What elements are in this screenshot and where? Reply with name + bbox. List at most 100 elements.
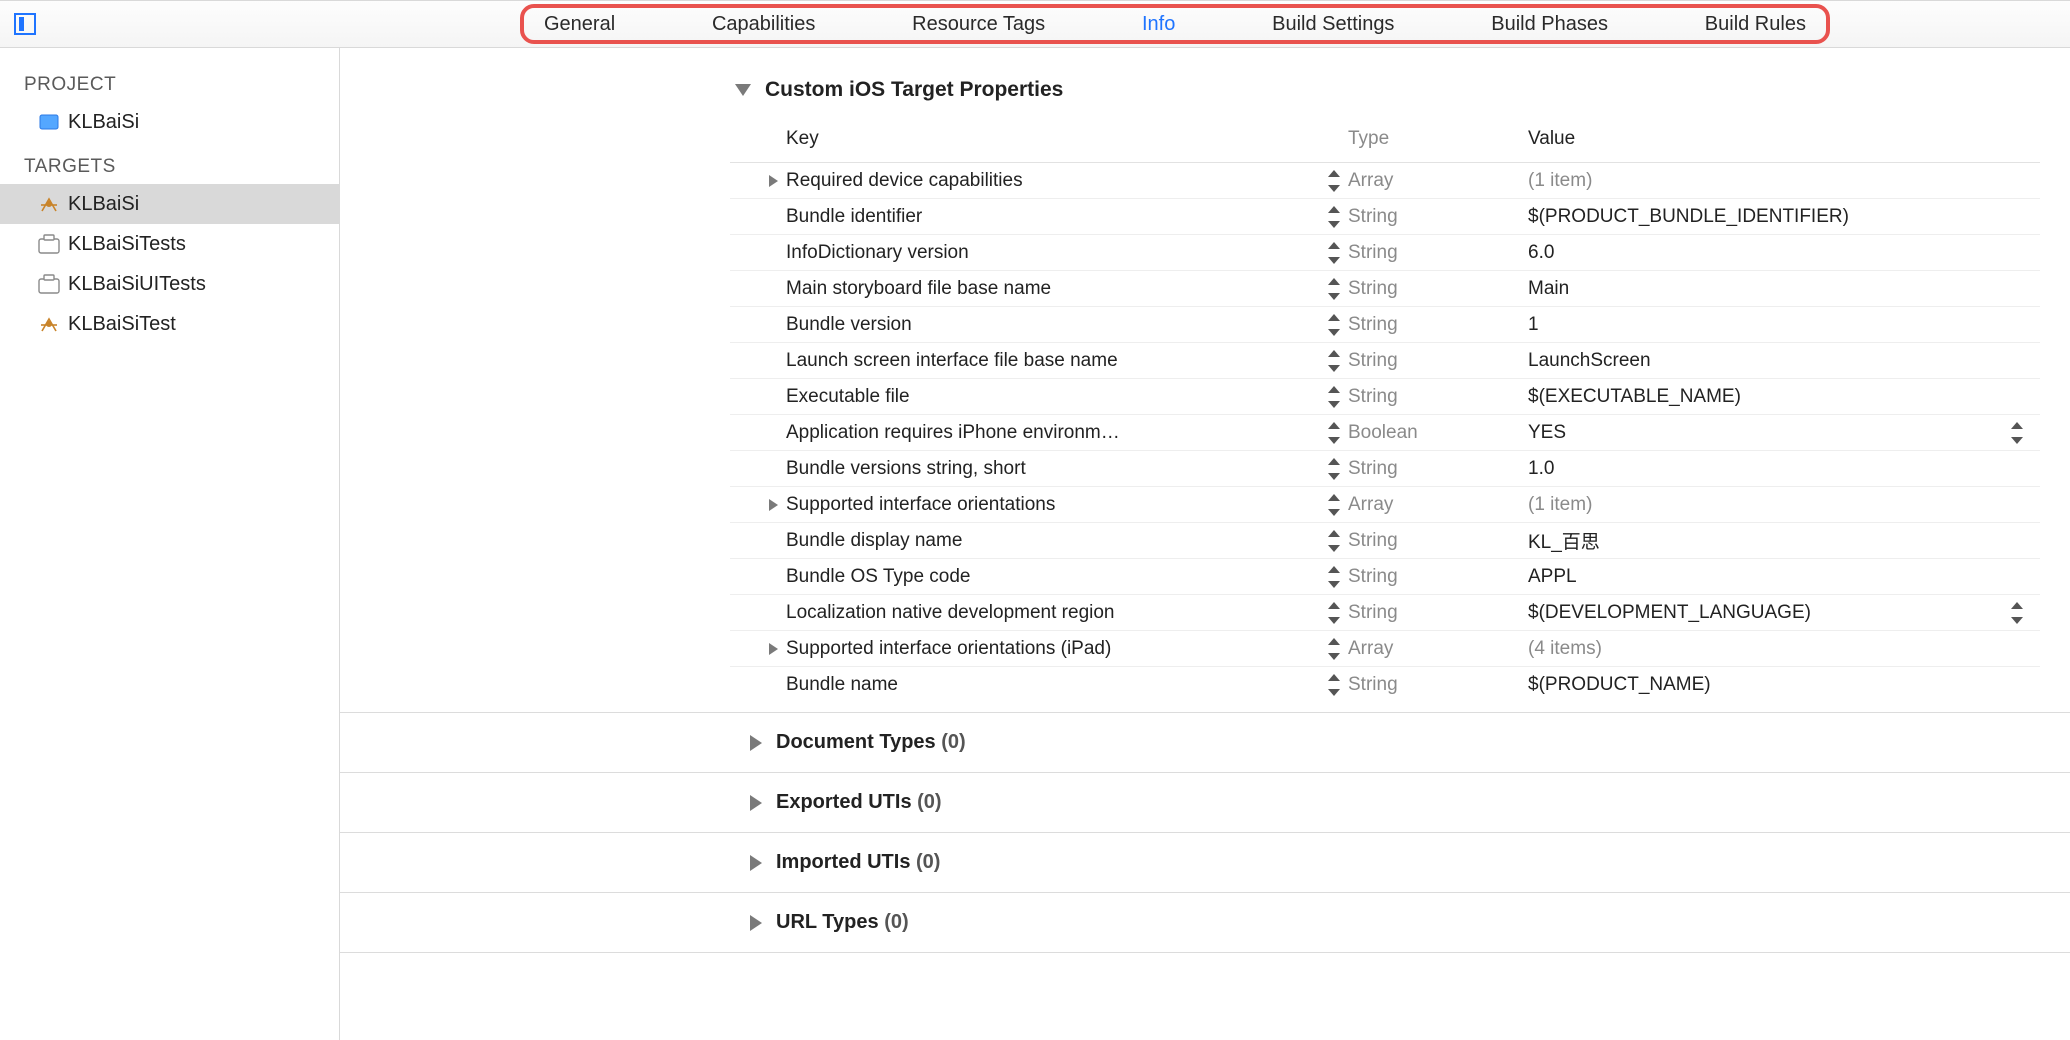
plist-value-cell[interactable]: Main <box>1528 278 1986 300</box>
plist-value-cell[interactable]: LaunchScreen <box>1528 350 1986 372</box>
plist-key-cell[interactable]: Bundle display name <box>786 530 1348 552</box>
tab-resource-tags[interactable]: Resource Tags <box>912 13 1045 36</box>
plist-key-cell[interactable]: Required device capabilities <box>786 170 1348 192</box>
plist-row[interactable]: Bundle versions string, shortString1.0 <box>730 450 2040 486</box>
plist-type-cell[interactable]: String <box>1348 602 1528 624</box>
plist-value-cell[interactable]: APPL <box>1528 566 1986 588</box>
plist-type-cell[interactable]: String <box>1348 458 1528 480</box>
plist-row[interactable]: Bundle versionString1 <box>730 306 2040 342</box>
plist-value-cell[interactable]: 1.0 <box>1528 458 1986 480</box>
key-stepper-icon[interactable] <box>1326 674 1342 696</box>
disclosure-triangle-icon[interactable] <box>750 735 762 751</box>
plist-value-cell[interactable]: (1 item) <box>1528 494 1986 516</box>
plist-type-cell[interactable]: Array <box>1348 494 1528 516</box>
tab-build-rules[interactable]: Build Rules <box>1705 13 1806 36</box>
plist-value-cell[interactable]: 6.0 <box>1528 242 1986 264</box>
plist-type-cell[interactable]: String <box>1348 278 1528 300</box>
plist-key-cell[interactable]: Bundle identifier <box>786 206 1348 228</box>
plist-key-cell[interactable]: Executable file <box>786 386 1348 408</box>
tab-build-phases[interactable]: Build Phases <box>1491 13 1608 36</box>
plist-row[interactable]: Executable fileString$(EXECUTABLE_NAME) <box>730 378 2040 414</box>
key-stepper-icon[interactable] <box>1326 242 1342 264</box>
plist-value-cell[interactable]: (1 item) <box>1528 170 1986 192</box>
plist-type-cell[interactable]: String <box>1348 314 1528 336</box>
key-stepper-icon[interactable] <box>1326 638 1342 660</box>
disclosure-triangle-icon[interactable] <box>750 855 762 871</box>
sidebar-target-item[interactable]: KLBaiSiUITests <box>0 264 339 304</box>
row-disclosure[interactable] <box>730 499 786 511</box>
row-disclosure[interactable] <box>730 643 786 655</box>
section-header[interactable]: Document Types (0) <box>340 713 2070 772</box>
plist-key-cell[interactable]: Bundle versions string, short <box>786 458 1348 480</box>
plist-row[interactable]: Bundle identifierString$(PRODUCT_BUNDLE_… <box>730 198 2040 234</box>
plist-row[interactable]: Supported interface orientations (iPad)A… <box>730 630 2040 666</box>
key-stepper-icon[interactable] <box>1326 566 1342 588</box>
plist-key-cell[interactable]: Localization native development region <box>786 602 1348 624</box>
key-stepper-icon[interactable] <box>1326 494 1342 516</box>
plist-key-cell[interactable]: Bundle name <box>786 674 1348 696</box>
section-header[interactable]: Imported UTIs (0) <box>340 833 2070 892</box>
plist-type-cell[interactable]: String <box>1348 350 1528 372</box>
plist-key-cell[interactable]: Main storyboard file base name <box>786 278 1348 300</box>
plist-value-cell[interactable]: $(DEVELOPMENT_LANGUAGE) <box>1528 602 1986 624</box>
plist-key-cell[interactable]: Bundle version <box>786 314 1348 336</box>
plist-type-cell[interactable]: Boolean <box>1348 422 1528 444</box>
plist-type-cell[interactable]: String <box>1348 674 1528 696</box>
plist-key-cell[interactable]: Bundle OS Type code <box>786 566 1348 588</box>
sidebar-target-item[interactable]: KLBaiSiTests <box>0 224 339 264</box>
plist-row[interactable]: Required device capabilitiesArray(1 item… <box>730 162 2040 198</box>
key-stepper-icon[interactable] <box>1326 314 1342 336</box>
key-stepper-icon[interactable] <box>1326 422 1342 444</box>
section-header[interactable]: Exported UTIs (0) <box>340 773 2070 832</box>
plist-value-cell[interactable]: 1 <box>1528 314 1986 336</box>
plist-value-cell[interactable]: $(PRODUCT_NAME) <box>1528 674 1986 696</box>
plist-type-cell[interactable]: Array <box>1348 170 1528 192</box>
plist-key-cell[interactable]: Supported interface orientations <box>786 494 1348 516</box>
key-stepper-icon[interactable] <box>1326 386 1342 408</box>
plist-type-cell[interactable]: String <box>1348 242 1528 264</box>
plist-type-cell[interactable]: String <box>1348 566 1528 588</box>
plist-value-cell[interactable]: $(EXECUTABLE_NAME) <box>1528 386 1986 408</box>
plist-key-cell[interactable]: InfoDictionary version <box>786 242 1348 264</box>
section-header[interactable]: URL Types (0) <box>340 893 2070 952</box>
plist-row[interactable]: Launch screen interface file base nameSt… <box>730 342 2040 378</box>
plist-value-cell[interactable]: $(PRODUCT_BUNDLE_IDENTIFIER) <box>1528 206 1986 228</box>
tab-general[interactable]: General <box>544 13 615 36</box>
plist-value-cell[interactable]: KL_百思 <box>1528 527 1986 554</box>
key-stepper-icon[interactable] <box>1326 350 1342 372</box>
plist-key-cell[interactable]: Application requires iPhone environm… <box>786 422 1348 444</box>
plist-type-cell[interactable]: String <box>1348 386 1528 408</box>
panel-toggle-icon[interactable] <box>14 13 36 35</box>
plist-type-cell[interactable]: Array <box>1348 638 1528 660</box>
disclosure-triangle-icon[interactable] <box>735 84 751 96</box>
key-stepper-icon[interactable] <box>1326 278 1342 300</box>
tab-capabilities[interactable]: Capabilities <box>712 13 815 36</box>
plist-key-cell[interactable]: Launch screen interface file base name <box>786 350 1348 372</box>
plist-row[interactable]: Bundle OS Type codeStringAPPL <box>730 558 2040 594</box>
section-header-custom-properties[interactable]: Custom iOS Target Properties <box>340 48 2070 120</box>
plist-row[interactable]: Bundle nameString$(PRODUCT_NAME) <box>730 666 2040 702</box>
key-stepper-icon[interactable] <box>1326 602 1342 624</box>
plist-value-cell[interactable]: YES <box>1528 422 1986 444</box>
row-disclosure[interactable] <box>730 175 786 187</box>
key-stepper-icon[interactable] <box>1326 206 1342 228</box>
tab-build-settings[interactable]: Build Settings <box>1272 13 1394 36</box>
disclosure-triangle-icon[interactable] <box>750 795 762 811</box>
key-stepper-icon[interactable] <box>1326 530 1342 552</box>
value-stepper-icon[interactable] <box>2009 602 2025 624</box>
plist-value-cell[interactable]: (4 items) <box>1528 638 1986 660</box>
plist-row[interactable]: Bundle display nameStringKL_百思 <box>730 522 2040 558</box>
disclosure-triangle-icon[interactable] <box>750 915 762 931</box>
plist-key-cell[interactable]: Supported interface orientations (iPad) <box>786 638 1348 660</box>
tab-info[interactable]: Info <box>1142 13 1175 36</box>
sidebar-target-item[interactable]: KLBaiSiTest <box>0 304 339 344</box>
plist-row[interactable]: Supported interface orientationsArray(1 … <box>730 486 2040 522</box>
plist-row[interactable]: Main storyboard file base nameStringMain <box>730 270 2040 306</box>
plist-type-cell[interactable]: String <box>1348 206 1528 228</box>
plist-row[interactable]: InfoDictionary versionString6.0 <box>730 234 2040 270</box>
sidebar-project-item[interactable]: KLBaiSi <box>0 102 339 142</box>
key-stepper-icon[interactable] <box>1326 458 1342 480</box>
value-stepper-icon[interactable] <box>2009 422 2025 444</box>
plist-row[interactable]: Application requires iPhone environm…Boo… <box>730 414 2040 450</box>
plist-type-cell[interactable]: String <box>1348 530 1528 552</box>
